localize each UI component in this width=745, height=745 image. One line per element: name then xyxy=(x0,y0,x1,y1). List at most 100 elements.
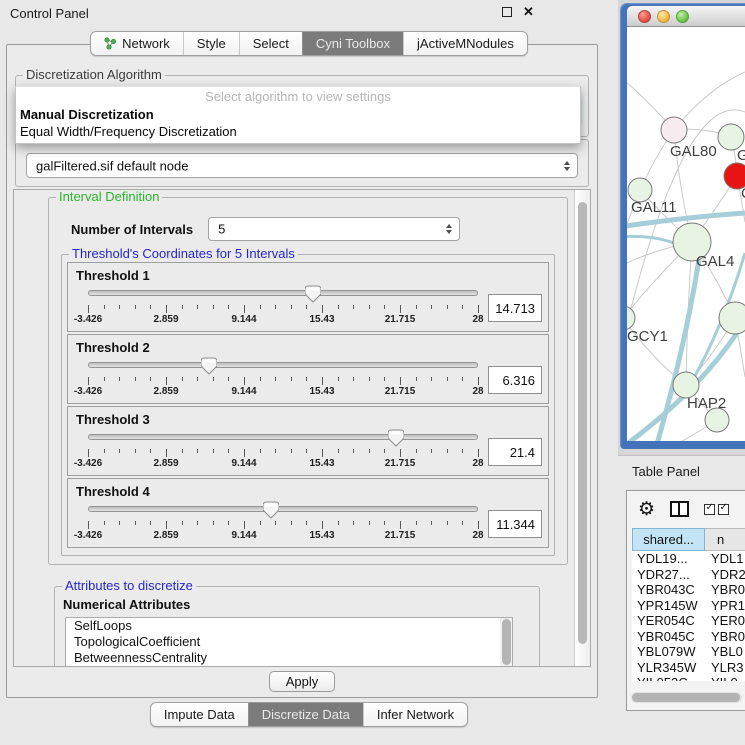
network-node-gcy1[interactable] xyxy=(627,306,635,330)
slider-tick-label: 28 xyxy=(472,314,483,325)
threshold-panel-3: Threshold 3-3.4262.8599.14415.4321.71528… xyxy=(67,406,549,476)
algorithm-dropdown-popup: Select algorithm to view settings Manual… xyxy=(15,86,581,144)
slider-tick-label: 2.859 xyxy=(153,530,178,541)
table-row[interactable]: YBR043CYBR0 xyxy=(632,582,745,598)
slider-tick-label: 15.43 xyxy=(309,386,334,397)
slider-tick-label: 15.43 xyxy=(309,458,334,469)
cell-name: YLR3 xyxy=(705,660,745,676)
columns-icon[interactable] xyxy=(670,501,689,517)
threshold-panel-1: Threshold 1-3.4262.8599.14415.4321.71528… xyxy=(67,262,549,332)
table-row[interactable]: YLR345WYLR3 xyxy=(632,660,745,676)
mac-close-button[interactable] xyxy=(638,10,651,23)
algorithm-option-manual[interactable]: Manual Discretization xyxy=(16,106,580,123)
tab-select[interactable]: Select xyxy=(239,32,302,55)
tab-jactivemnodules[interactable]: jActiveMNodules xyxy=(403,32,527,55)
numerical-attributes-list[interactable]: SelfLoopsTopologicalCoefficientBetweenne… xyxy=(65,617,513,666)
table-row[interactable]: YDR27...YDR2 xyxy=(632,567,745,583)
select-columns-icon[interactable] xyxy=(704,504,729,515)
threshold-slider[interactable]: -3.4262.8599.14415.4321.71528 xyxy=(88,500,478,544)
network-window-titlebar[interactable] xyxy=(627,6,745,27)
table-panel-title: Table Panel xyxy=(632,464,700,479)
table-horizontal-scrollbar[interactable] xyxy=(631,692,742,703)
threshold-label: Threshold 1 xyxy=(76,268,542,283)
table-row[interactable]: YBR045CYBR0 xyxy=(632,629,745,645)
column-header-shared-name[interactable]: shared... xyxy=(632,528,705,551)
threshold-value-field[interactable]: 6.316 xyxy=(488,366,542,394)
control-panel: Control Panel ✕ Network Style Select Cyn… xyxy=(0,0,618,745)
tab-network[interactable]: Network xyxy=(91,32,183,55)
cell-name: YER0 xyxy=(705,613,745,629)
slider-tick-label: 21.715 xyxy=(385,530,416,541)
cyni-toolbox-panel: Discretization Algorithm Select algorith… xyxy=(6,44,598,698)
algorithm-option-equal-width[interactable]: Equal Width/Frequency Discretization xyxy=(16,123,580,140)
thresholds-group: Threshold's Coordinates for 5 Intervals … xyxy=(61,254,555,556)
network-node-label: G xyxy=(737,147,745,164)
table-panel-body: ⚙ shared... n YDL19...YDL1YDR27...YDR2YB… xyxy=(618,486,745,745)
network-canvas[interactable]: GAL80GCGAL11GAL4GCY1HHAP2 xyxy=(627,27,745,441)
float-window-icon[interactable] xyxy=(502,7,512,17)
cell-shared-name: YDL19... xyxy=(632,551,705,567)
cell-name: YPR1 xyxy=(705,598,745,614)
slider-tick-label: 21.715 xyxy=(385,458,416,469)
network-node-h[interactable] xyxy=(719,302,745,334)
column-header-name[interactable]: n xyxy=(705,528,745,551)
control-panel-title: Control Panel xyxy=(10,6,89,21)
threshold-slider[interactable]: -3.4262.8599.14415.4321.71528 xyxy=(88,428,478,472)
tab-cyni-toolbox[interactable]: Cyni Toolbox xyxy=(302,32,403,55)
table-data-value: galFiltered.sif default node xyxy=(36,158,188,173)
attribute-list-item[interactable]: BetweennessCentrality xyxy=(66,650,512,666)
threshold-label: Threshold 4 xyxy=(76,484,542,499)
tab-network-label: Network xyxy=(122,36,170,51)
threshold-slider[interactable]: -3.4262.8599.14415.4321.71528 xyxy=(88,284,478,328)
attribute-list-item[interactable]: SelfLoops xyxy=(66,618,512,634)
network-node-label: GAL11 xyxy=(631,199,677,216)
number-of-intervals-combobox[interactable]: 5 xyxy=(208,217,460,241)
threshold-panel-4: Threshold 4-3.4262.8599.14415.4321.71528… xyxy=(67,478,549,548)
network-node-label: C xyxy=(741,185,745,202)
checkbox-icon xyxy=(704,504,715,515)
threshold-slider[interactable]: -3.4262.8599.14415.4321.71528 xyxy=(88,356,478,400)
apply-button[interactable]: Apply xyxy=(269,671,335,692)
settings-scrollbar[interactable] xyxy=(574,190,590,666)
slider-tick-label: 9.144 xyxy=(231,458,256,469)
network-view-window: GAL80GCGAL11GAL4GCY1HHAP2 xyxy=(620,3,745,449)
algorithm-prompt: Select algorithm to view settings xyxy=(16,89,580,106)
list-scrollbar[interactable] xyxy=(500,618,512,666)
tab-impute-data[interactable]: Impute Data xyxy=(151,703,248,726)
table-row[interactable]: YIL053CYIL0 xyxy=(632,675,745,681)
node-table: shared... n YDL19...YDL1YDR27...YDR2YBR0… xyxy=(632,528,745,681)
table-data-combobox[interactable]: galFiltered.sif default node xyxy=(26,153,578,178)
combo-arrows-icon xyxy=(446,224,452,234)
tab-discretize-data[interactable]: Discretize Data xyxy=(248,703,363,726)
network-node-label: GAL4 xyxy=(696,253,734,270)
threshold-value-field[interactable]: 11.344 xyxy=(488,510,542,538)
mac-zoom-button[interactable] xyxy=(676,10,689,23)
table-row[interactable]: YPR145WYPR1 xyxy=(632,598,745,614)
table-row[interactable]: YDL19...YDL1 xyxy=(632,551,745,567)
table-row[interactable]: YER054CYER0 xyxy=(632,613,745,629)
slider-tick-label: 15.43 xyxy=(309,314,334,325)
mac-minimize-button[interactable] xyxy=(657,10,670,23)
slider-tick-label: 21.715 xyxy=(385,314,416,325)
tab-infer-network[interactable]: Infer Network xyxy=(363,703,467,726)
slider-tick-label: 21.715 xyxy=(385,386,416,397)
threshold-value-field[interactable]: 21.4 xyxy=(488,438,542,466)
cell-shared-name: YBR043C xyxy=(632,582,705,598)
tab-style[interactable]: Style xyxy=(183,32,239,55)
attribute-list-item[interactable]: TopologicalCoefficient xyxy=(66,634,512,650)
slider-thumb-icon[interactable] xyxy=(388,429,404,447)
table-row[interactable]: YBL079WYBL0 xyxy=(632,644,745,660)
close-icon[interactable]: ✕ xyxy=(523,7,534,17)
gear-icon[interactable]: ⚙ xyxy=(638,500,655,519)
slider-thumb-icon[interactable] xyxy=(263,501,279,519)
slider-tick-label: 9.144 xyxy=(231,314,256,325)
network-node-gal80[interactable] xyxy=(661,117,687,143)
threshold-label: Threshold 3 xyxy=(76,412,542,427)
slider-tick-label: -3.426 xyxy=(74,386,102,397)
network-node-label: GAL80 xyxy=(670,143,717,160)
slider-thumb-icon[interactable] xyxy=(201,357,217,375)
slider-thumb-icon[interactable] xyxy=(305,285,321,303)
table-toolbar: ⚙ xyxy=(627,491,745,527)
threshold-value-field[interactable]: 14.713 xyxy=(488,294,542,322)
slider-tick-label: 9.144 xyxy=(231,386,256,397)
